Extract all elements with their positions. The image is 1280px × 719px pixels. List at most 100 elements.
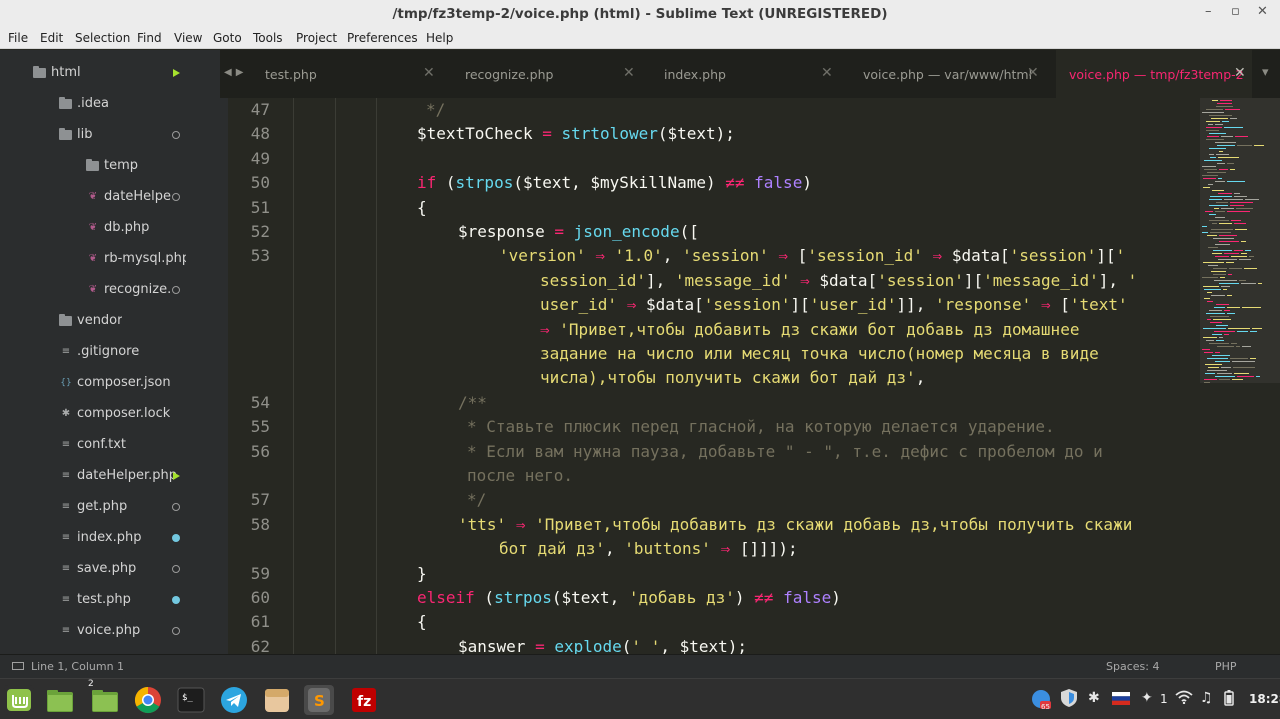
minimap-line: [1206, 127, 1222, 128]
menu-file[interactable]: File: [8, 31, 28, 45]
tab-nav-arrows-icon[interactable]: ◀▶: [224, 67, 247, 78]
terminal-icon[interactable]: $_: [176, 685, 206, 715]
window-titlebar[interactable]: /tmp/fz3temp-2/voice.php (html) - Sublim…: [0, 0, 1280, 29]
sidebar-item-idea[interactable]: .idea: [0, 89, 220, 120]
sidebar-item-recognize[interactable]: ❦ recognize.: [0, 275, 220, 306]
minimap-line: [1236, 346, 1240, 347]
close-window-button[interactable]: ✕: [1257, 4, 1268, 19]
menu-view[interactable]: View: [174, 31, 202, 45]
menu-edit[interactable]: Edit: [40, 31, 63, 45]
sidebar-item-save-php[interactable]: ≡ save.php: [0, 554, 220, 585]
tab-voice-php-var[interactable]: voice.php — var/www/html ✕: [855, 50, 1055, 98]
menu-preferences[interactable]: Preferences: [347, 31, 418, 45]
minimap-line: [1202, 277, 1218, 278]
sidebar-item-index-php[interactable]: ≡ index.php: [0, 523, 220, 554]
sidebar-item-voice-php[interactable]: ≡ voice.php: [0, 616, 220, 647]
sidebar-item-composer-lock[interactable]: ✱ composer.lock: [0, 399, 220, 430]
minimap[interactable]: [1200, 98, 1280, 654]
minimap-line: [1216, 106, 1233, 107]
minimap-line: [1244, 268, 1257, 269]
close-tab-icon[interactable]: ✕: [423, 65, 435, 81]
files-icon[interactable]: [45, 685, 75, 715]
minimap-line: [1204, 160, 1222, 161]
sublime-icon[interactable]: S: [304, 685, 334, 715]
filezilla-icon[interactable]: fz: [349, 685, 379, 715]
code-token: , $text);: [660, 636, 748, 654]
sidebar-item-rb-mysql-php[interactable]: ❦ rb-mysql.php: [0, 244, 220, 275]
sidebar-item-html[interactable]: html: [0, 58, 220, 89]
code-token: ): [802, 173, 812, 193]
archive-icon[interactable]: [262, 685, 292, 715]
battery-icon[interactable]: [1224, 690, 1234, 710]
code-token: session_id': [540, 270, 646, 290]
minimap-line: [1209, 148, 1226, 149]
minimap-line: [1233, 367, 1255, 368]
code-token: 'response': [934, 295, 1032, 315]
menu-help[interactable]: Help: [426, 31, 453, 45]
sidebar-item-get-php[interactable]: ≡ get.php: [0, 492, 220, 523]
minimap-line: [1219, 337, 1223, 338]
minimap-line: [1216, 154, 1229, 155]
menu-find[interactable]: Find: [137, 31, 162, 45]
sidebar-item-gitignore[interactable]: ≡ .gitignore: [0, 337, 220, 368]
menu-project[interactable]: Project: [296, 31, 337, 45]
clock[interactable]: 18:28: [1249, 692, 1280, 706]
minimap-line: [1211, 295, 1225, 296]
tab-index-php[interactable]: index.php ✕: [656, 50, 846, 98]
code-editor[interactable]: 47 */ 48 $textToCheck = strtolower($text); 4…: [220, 98, 1280, 654]
sidebar-item-label: html: [51, 65, 81, 80]
sidebar-item-lib[interactable]: lib: [0, 120, 220, 151]
shield-icon[interactable]: [1060, 688, 1078, 712]
tab-voice-php-tmp[interactable]: voice.php — tmp/fz3temp-2 ✕: [1056, 50, 1252, 98]
minimap-line: [1219, 151, 1223, 152]
minimap-line: [1214, 208, 1219, 209]
keyboard-layout-flag-icon[interactable]: [1112, 692, 1130, 709]
sidebar-toggle-icon[interactable]: [12, 662, 24, 670]
indentation-setting[interactable]: Spaces: 4: [1106, 660, 1159, 673]
sidebar-item-conf-txt[interactable]: ≡ conf.txt: [0, 430, 220, 461]
minimap-line: [1228, 274, 1232, 275]
tab-overflow-icon[interactable]: ▾: [1262, 65, 1269, 80]
tab-recognize-php[interactable]: recognize.php ✕: [456, 50, 646, 98]
menu-goto[interactable]: Goto: [213, 31, 242, 45]
sidebar-item-db-php[interactable]: ❦ db.php: [0, 213, 220, 244]
code-line: * Ставьте плюсик перед гласной, на котор…: [467, 417, 1055, 436]
telegram-icon[interactable]: [219, 685, 249, 715]
tab-test-php[interactable]: test.php ✕: [256, 50, 446, 98]
minimap-line: [1228, 328, 1250, 329]
menu-icon[interactable]: [4, 685, 34, 715]
sound-icon[interactable]: ♫: [1200, 690, 1213, 706]
sidebar-item-datehelper-php[interactable]: ≡ dateHelper.php: [0, 461, 220, 492]
files-2-icon[interactable]: 2: [88, 679, 120, 715]
sidebar-item-vendor[interactable]: vendor: [0, 306, 220, 337]
minimap-line: [1230, 169, 1235, 170]
maximize-button[interactable]: ▫: [1231, 4, 1240, 19]
minimap-line: [1217, 145, 1235, 146]
sidebar-item-temp[interactable]: temp: [0, 151, 220, 182]
minimap-line: [1235, 136, 1248, 137]
code-token: ],: [645, 270, 675, 290]
close-tab-icon[interactable]: ✕: [623, 65, 635, 81]
minimap-line: [1235, 229, 1247, 230]
minimap-line: [1208, 265, 1218, 266]
minimap-line: [1227, 163, 1234, 164]
sidebar-item-datehelpe[interactable]: ❦ dateHelpe: [0, 182, 220, 213]
minimap-line: [1223, 289, 1227, 290]
syntax-setting[interactable]: PHP: [1215, 660, 1237, 673]
minimap-line: [1213, 268, 1227, 269]
close-tab-icon[interactable]: ✕: [1027, 65, 1039, 81]
sidebar-item-test-php[interactable]: ≡ test.php: [0, 585, 220, 616]
wifi-icon[interactable]: [1175, 690, 1193, 708]
sidebar-item-composer-json[interactable]: {} composer.json: [0, 368, 220, 399]
menu-selection[interactable]: Selection: [75, 31, 130, 45]
bluetooth-icon[interactable]: ✱: [1088, 690, 1100, 706]
minimize-button[interactable]: –: [1205, 4, 1212, 19]
notifications-icon[interactable]: ✦: [1141, 690, 1153, 706]
chrome-icon[interactable]: [133, 685, 163, 715]
close-tab-icon[interactable]: ✕: [1234, 65, 1246, 81]
menu-tools[interactable]: Tools: [253, 31, 283, 45]
close-tab-icon[interactable]: ✕: [821, 65, 833, 81]
